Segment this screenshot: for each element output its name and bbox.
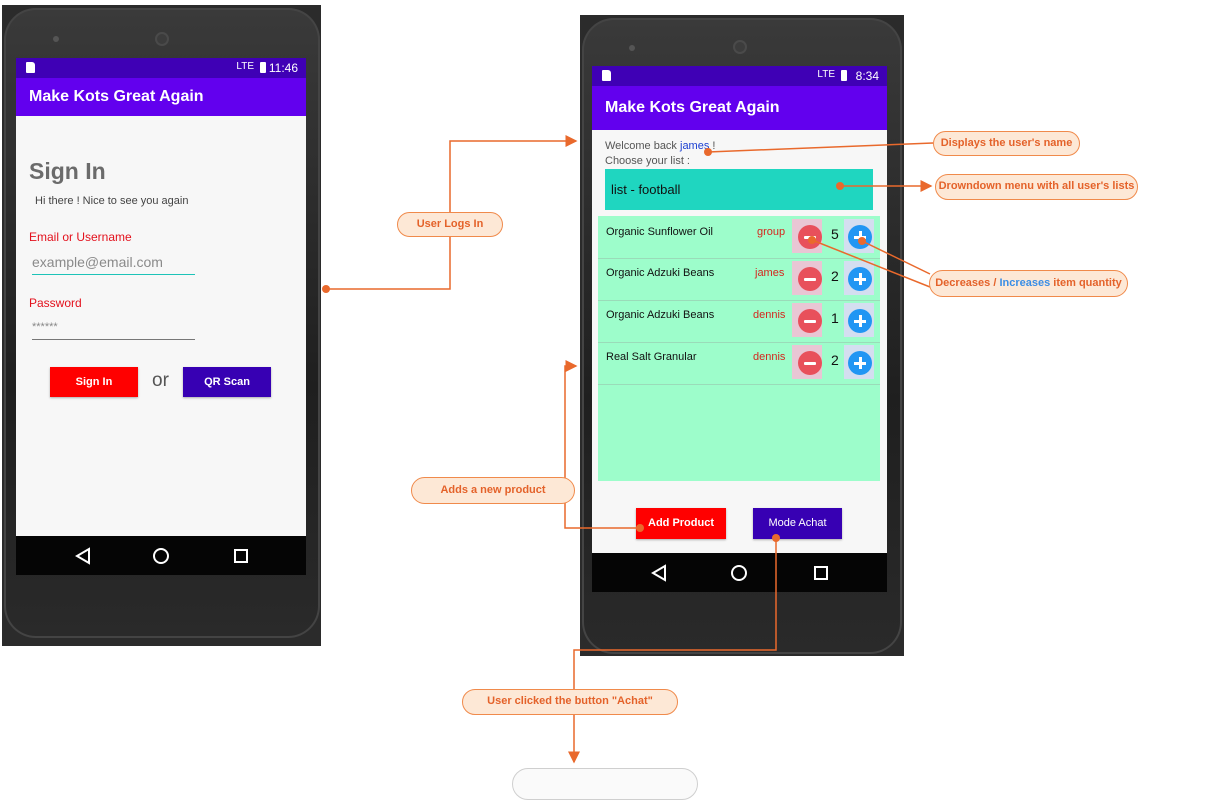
connector-dot	[636, 524, 644, 532]
next-step-box	[512, 768, 698, 800]
connector-dot	[704, 148, 712, 156]
callout-text: User clicked the button "Achat"	[487, 695, 653, 707]
callout-user-clicked-achat: User clicked the button "Achat"	[462, 689, 678, 715]
connector-dot	[836, 182, 844, 190]
callout-dropdown-menu: Drowndown menu with all user's lists	[935, 174, 1138, 200]
callout-text: User Logs In	[416, 218, 484, 230]
connector-dot	[322, 285, 330, 293]
callout-text: Adds a new product	[440, 484, 546, 496]
displays-name-connector	[707, 142, 934, 153]
callout-adds-product: Adds a new product	[411, 477, 575, 504]
callout-decreases: Decreases	[935, 277, 991, 289]
connector-layer	[322, 135, 934, 764]
callout-item-quantity: item quantity	[1050, 277, 1122, 289]
mode-achat-connector	[568, 538, 777, 764]
callout-text: Drowndown menu with all user's lists	[938, 180, 1135, 192]
add-product-connector	[564, 360, 640, 529]
callout-text: Displays the user's name	[940, 137, 1073, 149]
connector-dot	[858, 237, 866, 245]
callout-user-logs-in: User Logs In	[397, 212, 503, 237]
connector-dot	[772, 534, 780, 542]
connector-dot	[808, 236, 816, 244]
callout-displays-name: Displays the user's name	[933, 131, 1080, 156]
callout-quantity: Decreases / Increases item quantity	[929, 270, 1128, 297]
callout-text: Decreases / Increases item quantity	[935, 277, 1122, 289]
decrease-connector	[811, 239, 931, 288]
increase-connector	[861, 240, 931, 275]
callout-increases: Increases	[999, 277, 1051, 289]
